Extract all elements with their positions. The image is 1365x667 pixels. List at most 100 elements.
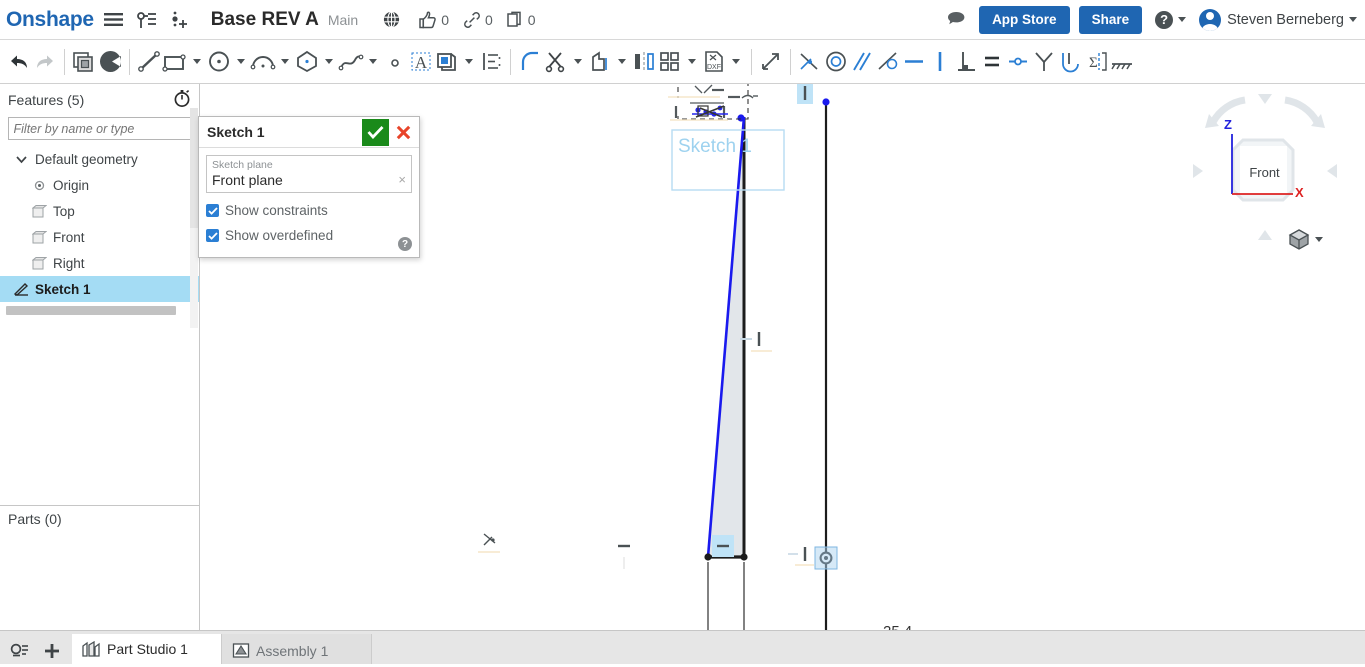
fillet-tool-icon[interactable] [517,45,543,79]
avatar[interactable] [1199,8,1222,31]
trim-tool-icon[interactable] [543,45,569,79]
search-input[interactable] [7,117,192,140]
tab-search-icon[interactable] [7,638,33,664]
svg-text:DXF: DXF [707,64,721,71]
coincident-constraint-marker [478,533,500,553]
sketch-icon [12,282,30,296]
trim-tool-chevron-down-icon[interactable] [574,59,582,64]
sidebar-item-origin[interactable]: Origin [0,172,199,198]
construction-constraint-icon[interactable]: Σ [1083,45,1109,79]
view-mode-selector[interactable] [1288,228,1323,250]
document-branch[interactable]: Main [328,12,358,28]
checkbox-checked-icon[interactable] [206,204,219,217]
hamburger-menu-icon[interactable] [101,7,127,33]
perpendicular-constraint-icon[interactable] [953,45,979,79]
tab-assembly-1[interactable]: Assembly 1 [222,634,372,667]
add-tab-icon[interactable] [39,638,65,664]
circle-tool-icon[interactable] [206,45,232,79]
coincident-constraint-icon[interactable] [797,45,823,79]
scrollbar-vertical-thumb[interactable] [190,108,198,228]
curvature-constraint-icon[interactable] [1057,45,1083,79]
tab-part-studio-1[interactable]: Part Studio 1 [72,634,222,667]
close-icon[interactable]: × [398,173,406,186]
insert-version-icon[interactable] [167,7,193,33]
copies-counter[interactable]: 0 [507,11,536,29]
dimension-tool-icon[interactable] [478,45,504,79]
vertical-constraint-icon[interactable] [927,45,953,79]
point-tool-icon[interactable] [382,45,408,79]
midpoint-constraint-icon[interactable] [1005,45,1031,79]
view-cube[interactable]: Front Z X [1185,88,1345,253]
arc-tool-chevron-down-icon[interactable] [281,59,289,64]
spline-tool-chevron-down-icon[interactable] [369,59,377,64]
chevron-down-icon[interactable] [12,154,30,165]
accept-button[interactable] [362,118,389,146]
sketch-dialog[interactable]: Sketch 1 Sketch plane Front plane × Show… [198,116,420,258]
line-tool-icon[interactable] [136,45,162,79]
offset-tool-icon[interactable] [587,45,613,79]
share-button[interactable]: Share [1078,5,1143,34]
redo-icon[interactable] [32,45,58,79]
view-mode-chevron-down-icon[interactable] [1315,236,1323,242]
stopwatch-icon[interactable] [173,89,191,112]
use-project-chevron-down-icon[interactable] [465,59,473,64]
comment-icon[interactable] [944,7,970,33]
equal-constraint-icon[interactable] [979,45,1005,79]
spline-tool-icon[interactable] [338,45,364,79]
concentric-constraint-icon[interactable] [823,45,849,79]
sidebar-item-front[interactable]: Front [0,224,199,250]
user-name[interactable]: Steven Berneberg [1227,12,1344,28]
symmetric-constraint-icon[interactable] [1031,45,1057,79]
sidebar-item-sketch-1[interactable]: Sketch 1 [0,276,199,302]
document-title[interactable]: Base REV A [211,9,319,31]
parallel-constraint-icon[interactable] [849,45,875,79]
rectangle-tool-chevron-down-icon[interactable] [193,59,201,64]
show-constraints-label: Show constraints [225,203,328,218]
linear-pattern-icon[interactable] [657,45,683,79]
horizontal-constraint-icon[interactable] [901,45,927,79]
view-cube-face-front[interactable]: Front [1237,146,1292,198]
undo-icon[interactable] [6,45,32,79]
checkbox-checked-icon[interactable] [206,229,219,242]
copy-icon [507,11,521,27]
sidebar-item-label: Default geometry [35,151,138,167]
polygon-tool-chevron-down-icon[interactable] [325,59,333,64]
cancel-button[interactable] [391,119,415,146]
show-overdefined-checkbox-row[interactable]: Show overdefined [206,228,412,243]
user-menu-chevron-down-icon[interactable] [1349,17,1357,22]
app-store-button[interactable]: App Store [979,5,1070,34]
onshape-logo[interactable]: Onshape [6,8,94,32]
version-graph-icon[interactable] [134,7,160,33]
mirror-tool-icon[interactable] [631,45,657,79]
section-view-icon[interactable] [97,45,123,79]
help-menu-button[interactable]: ? [1155,10,1187,29]
links-counter[interactable]: 0 [463,11,493,29]
sketch-plane-label: Sketch plane [212,159,273,171]
polygon-tool-icon[interactable] [294,45,320,79]
text-tool-icon[interactable]: A [408,45,434,79]
offset-dimension-label[interactable]: 25.4 [883,623,912,630]
offset-tool-chevron-down-icon[interactable] [618,59,626,64]
show-constraints-checkbox-row[interactable]: Show constraints [206,203,412,218]
dxf-import-icon[interactable]: DXF [701,45,727,79]
parts-panel-header: Parts (0) [0,506,199,532]
top-header: Onshape Base REV A Main 0 0 0 App Store … [0,0,1365,40]
likes-counter[interactable]: 0 [418,11,449,29]
sketch-plane-field[interactable]: Sketch plane Front plane × [206,155,412,193]
use-project-icon[interactable] [434,45,460,79]
tangent-constraint-icon[interactable] [875,45,901,79]
arc-tool-icon[interactable] [250,45,276,79]
sketch-layers-icon[interactable] [71,45,97,79]
pattern-chevron-down-icon[interactable] [688,59,696,64]
dxf-chevron-down-icon[interactable] [732,59,740,64]
transform-icon[interactable] [758,45,784,79]
globe-icon[interactable] [378,7,404,33]
sidebar-item-right[interactable]: Right [0,250,199,276]
scrollbar-horizontal[interactable] [6,306,176,315]
sidebar-item-top[interactable]: Top [0,198,199,224]
hatch-constraint-icon[interactable] [1109,45,1135,79]
circle-tool-chevron-down-icon[interactable] [237,59,245,64]
sidebar-item-default-geometry[interactable]: Default geometry [0,146,199,172]
help-icon[interactable]: ? [398,237,412,251]
rectangle-tool-icon[interactable] [162,45,188,79]
